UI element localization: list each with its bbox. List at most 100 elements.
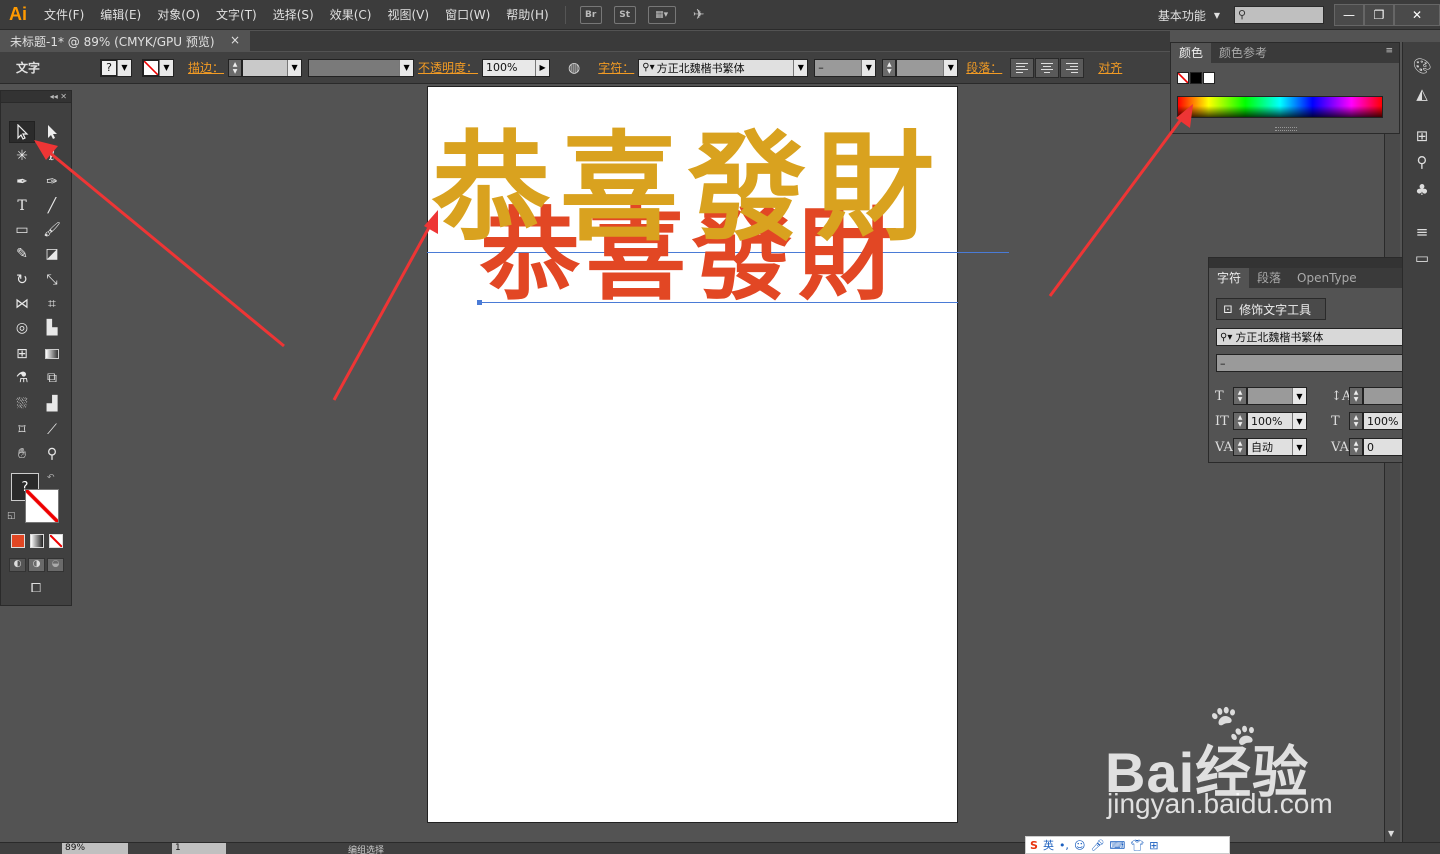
brushes-icon[interactable]: ⚲ [1411,152,1433,172]
none-mode-button[interactable] [49,534,63,548]
character-link[interactable]: 字符： [598,59,634,76]
font-size-stepper[interactable]: ▲ ▼ [1233,387,1247,405]
symbol-sprayer-tool[interactable]: ⛆ [9,393,35,415]
stock-button[interactable]: St [613,5,636,24]
align-left-button[interactable] [1010,57,1035,78]
scroll-down-icon[interactable]: ▼ [1388,829,1394,838]
vertical-scale-stepper[interactable]: ▲ ▼ [1233,412,1247,430]
horizontal-scale-stepper[interactable]: ▲ ▼ [1349,412,1363,430]
tools-panel-header[interactable]: ◂◂ ✕ [1,91,71,103]
default-fill-stroke-icon[interactable]: ◱ [7,511,16,521]
stroke-weight-stepper[interactable]: ▲ ▼ [228,58,243,77]
swatches-icon[interactable]: ⊞ [1411,126,1433,146]
swap-fill-stroke-icon[interactable]: ↶ [47,473,55,483]
arrange-documents-icon[interactable]: ▦▾ [647,5,676,24]
free-transform-tool[interactable]: ⌗ [39,293,65,315]
panel-resize-handle[interactable] [1275,127,1297,131]
tab-color-guide[interactable]: 颜色参考 [1211,43,1275,63]
vertical-scale-field[interactable]: 100% ▼ [1247,412,1307,430]
fill-color-dropdown[interactable]: ? ▼ [100,58,132,77]
color-guide-icon[interactable]: ◭ [1411,84,1433,104]
column-graph-tool[interactable]: ▟ [39,393,65,415]
direct-selection-tool[interactable] [39,121,65,143]
curvature-tool[interactable]: ✑ [39,171,65,193]
shape-builder-tool[interactable]: ◎ [9,317,35,339]
char-font-family-dropdown[interactable]: ⚲▾ 方正北魏楷书繁体 ▼ [1216,328,1424,346]
menu-help[interactable]: 帮助(H) [498,6,556,23]
opacity-link[interactable]: 不透明度： [418,59,478,76]
artboard-tool[interactable]: ⌑ [9,419,35,441]
align-right-button[interactable] [1060,57,1085,78]
menu-effect[interactable]: 效果(C) [322,6,380,23]
paintbrush-tool[interactable]: 🖌︎ [39,219,65,241]
stroke-color-dropdown[interactable]: ▼ [142,58,174,77]
type-tool[interactable]: T [9,195,35,217]
page-field[interactable]: 1 [172,843,226,854]
draw-normal-button[interactable]: ◐ [9,558,26,572]
menu-object[interactable]: 对象(O) [149,6,208,23]
font-size-field[interactable]: ▼ [1247,387,1307,405]
mesh-tool[interactable]: ⊞ [9,343,35,365]
emoji-icon[interactable]: ☺ [1074,839,1085,852]
draw-inside-button[interactable]: ◒ [47,558,64,572]
close-icon[interactable]: × [230,33,240,49]
font-size-stepper[interactable]: ▲ ▼ [882,58,897,77]
tab-opentype[interactable]: OpenType [1289,268,1365,288]
stroke-weight-input[interactable]: ▼ [242,58,303,77]
slice-tool[interactable]: ⟋ [39,419,65,441]
selection-tool[interactable] [9,121,35,143]
eyedropper-tool[interactable]: ⚗ [9,367,35,389]
screen-mode-button[interactable]: ⧠ [24,581,48,597]
anchor-point[interactable] [477,300,482,305]
kerning-field[interactable]: 自动 ▼ [1247,438,1307,456]
color-mode-button[interactable] [11,534,25,548]
artboard[interactable] [427,86,958,823]
align-link[interactable]: 对齐 [1098,59,1122,76]
variable-width-dropdown[interactable]: ▼ [308,58,415,77]
align-center-button[interactable] [1035,57,1060,78]
zoom-field[interactable]: 89% [62,843,128,854]
scale-tool[interactable]: ⤡ [39,269,65,291]
tab-color[interactable]: 颜色 [1171,43,1212,63]
eraser-tool[interactable]: ◪ [39,243,65,265]
draw-behind-button[interactable]: ◑ [28,558,45,572]
menu-file[interactable]: 文件(F) [36,6,92,23]
menu-select[interactable]: 选择(S) [265,6,322,23]
white-color-swatch[interactable] [1203,72,1215,84]
opacity-input[interactable]: 100% ▶ [482,58,551,77]
symbols-icon[interactable]: ♣ [1411,180,1433,200]
touch-type-tool-button[interactable]: ⊡ 修饰文字工具 [1216,298,1326,320]
menu-window[interactable]: 窗口(W) [437,6,498,23]
sogou-logo-icon[interactable]: S [1030,839,1038,852]
tab-paragraph[interactable]: 段落 [1249,268,1289,288]
tracking-stepper[interactable]: ▲ ▼ [1349,438,1363,456]
black-color-swatch[interactable] [1190,72,1202,84]
stroke-swatch[interactable] [25,489,59,523]
gradient-mode-button[interactable] [30,534,44,548]
font-family-dropdown[interactable]: ⚲▾ 方正北魏楷书繁体 ▼ [638,58,809,77]
stroke-link[interactable]: 描边： [188,59,224,76]
tab-character[interactable]: 字符 [1209,268,1250,288]
menu-type[interactable]: 文字(T) [208,6,265,23]
ime-language[interactable]: 英 [1043,837,1054,853]
color-spectrum-bar[interactable] [1177,96,1383,118]
magic-wand-tool[interactable]: ✳ [9,145,35,167]
panel-menu-icon[interactable]: ≡ [1385,46,1393,56]
pencil-tool[interactable]: ✎ [9,243,35,265]
kerning-stepper[interactable]: ▲ ▼ [1233,438,1247,456]
font-style-dropdown[interactable]: – ▼ [814,58,877,77]
microphone-icon[interactable]: 🎤︎ [1090,839,1104,852]
hand-tool[interactable]: ✋︎ [9,443,35,465]
menu-edit[interactable]: 编辑(E) [92,6,149,23]
none-color-swatch[interactable] [1177,72,1189,84]
zoom-tool[interactable]: ⚲ [39,443,65,465]
blend-tool[interactable]: ⧉ [39,367,65,389]
paragraph-link[interactable]: 段落： [966,59,1002,76]
restore-button[interactable]: ❐ [1364,4,1394,26]
color-palette-icon[interactable]: 🎨︎ [1411,56,1433,76]
rectangle-tool[interactable]: ▭ [9,219,35,241]
skin-icon[interactable]: 👕︎ [1130,839,1144,852]
document-tab[interactable]: 未标题-1* @ 89% (CMYK/GPU 预览) × [0,31,250,51]
close-button[interactable]: ✕ [1394,4,1440,26]
keyboard-icon[interactable]: ⌨ [1109,839,1125,852]
